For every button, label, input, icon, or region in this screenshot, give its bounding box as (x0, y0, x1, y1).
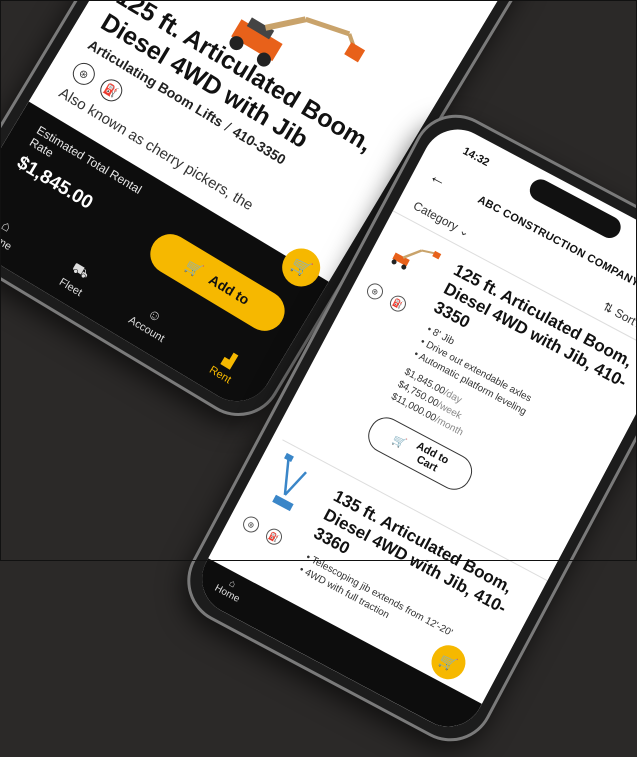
chevron-down-icon: ⌄ (456, 222, 473, 241)
nav-item-rent[interactable]: ▟ Rent (186, 335, 264, 400)
nav-item-account[interactable]: ☺ Account (112, 290, 190, 355)
boom-lift-thumbnail (272, 452, 307, 512)
wheel-drive-icon: ⊛ (364, 280, 386, 303)
crane-icon: ▟ (220, 350, 239, 370)
cart-icon: 🛒 (390, 433, 408, 451)
feature-icons: ⊛ ⛽ (240, 513, 285, 548)
cart-icon: 🛒 (182, 256, 207, 280)
nav-item-home[interactable]: ⌂ Home (0, 201, 41, 266)
nav-item-fleet[interactable]: ⛟ Fleet (37, 246, 115, 311)
nav-item-home[interactable]: ⌂ Home (213, 573, 247, 605)
home-icon: ⌂ (0, 216, 15, 235)
status-time: 14:32 (460, 145, 492, 169)
cart-icon: 🛒 (287, 255, 314, 281)
account-icon: ☺ (144, 304, 166, 326)
wheel-drive-icon: ⊛ (240, 513, 262, 536)
fuel-icon: ⛽ (96, 75, 127, 106)
add-to-cart-label: Add to Cart (414, 439, 451, 475)
fuel-icon: ⛽ (263, 525, 285, 548)
feature-icons: ⊛ ⛽ (364, 280, 409, 315)
back-arrow-icon[interactable]: ← (426, 165, 451, 192)
add-to-cart-label: Add to (206, 271, 253, 308)
cart-icon: 🛒 (437, 650, 461, 674)
fuel-icon: ⛽ (387, 292, 409, 315)
wheel-drive-icon: ⊛ (68, 58, 99, 89)
